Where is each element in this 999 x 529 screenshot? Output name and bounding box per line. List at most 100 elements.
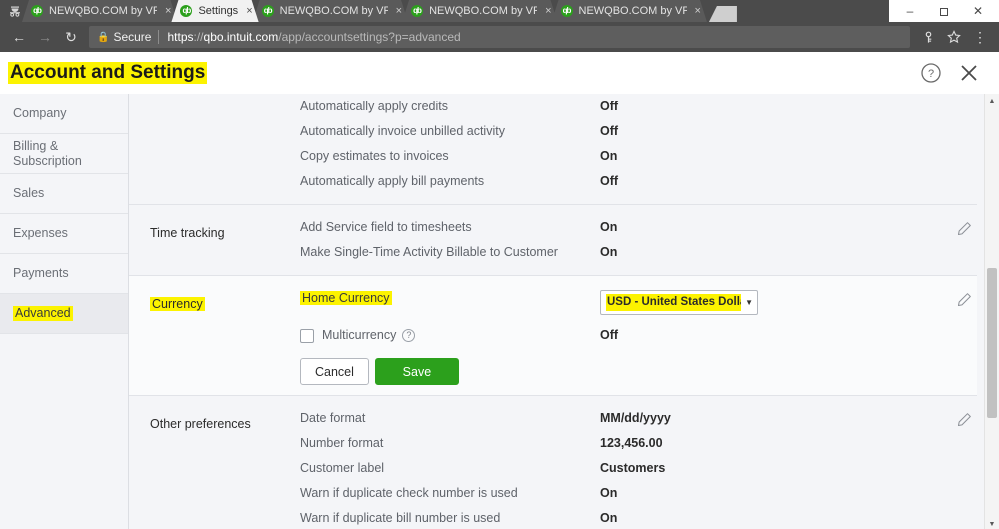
setting-row[interactable]: Warn if duplicate check number is used O… [300,481,951,506]
new-tab-button[interactable] [709,6,737,22]
browser-tab[interactable]: qb NEWQBO.COM by VPCo × [402,0,557,22]
section-other-preferences: Other preferences Date format MM/dd/yyyy… [129,396,977,529]
sidebar-item-company[interactable]: Company [0,94,128,134]
setting-label: Copy estimates to invoices [300,148,600,165]
multicurrency-checkrow[interactable]: Multicurrency ? [300,327,600,344]
edit-pencil-time-tracking[interactable] [951,215,977,265]
home-currency-selected-option: USD - United States Dollar [606,294,741,311]
section-time-tracking: Time tracking Add Service field to times… [129,205,977,276]
edit-pencil-spacer [951,94,977,194]
browser-tab[interactable]: qb NEWQBO.COM by VPCo × [552,0,707,22]
sidebar-item-billing-subscription[interactable]: Billing & Subscription [0,134,128,174]
setting-value: On [600,148,951,165]
multicurrency-value: Off [600,327,951,344]
setting-row[interactable]: Automatically invoice unbilled activity … [300,119,951,144]
setting-row[interactable]: Customer label Customers [300,456,951,481]
tab-strip: qb NEWQBO.COM by VPCo × qb Settings × qb… [0,0,999,22]
settings-body: Company Billing & Subscription Sales Exp… [0,94,999,529]
setting-value: MM/dd/yyyy [600,410,951,427]
tab-close-icon[interactable]: × [695,6,701,17]
address-bar[interactable]: 🔒 Secure https://qbo.intuit.com/app/acco… [89,26,910,48]
sidebar-item-advanced[interactable]: Advanced [0,294,128,334]
sidebar-item-label: Sales [13,186,44,201]
window-controls: – ✕ [889,0,999,22]
section-title-other-preferences: Other preferences [150,406,300,529]
setting-value: 123,456.00 [600,435,951,452]
url-scheme: https [167,30,193,44]
setting-value: Off [600,123,951,140]
content-scrollbar[interactable]: ▲ ▼ [984,94,999,529]
close-window-button[interactable]: ✕ [961,0,995,22]
setting-label: Warn if duplicate check number is used [300,485,600,502]
setting-row[interactable]: Number format 123,456.00 [300,431,951,456]
setting-label: Make Single-Time Activity Billable to Cu… [300,244,600,261]
key-icon[interactable] [915,24,941,50]
multicurrency-label: Multicurrency [322,327,396,344]
back-icon[interactable]: ← [6,24,32,50]
home-currency-label: Home Currency [300,291,392,305]
reload-icon[interactable]: ↻ [58,24,84,50]
home-currency-select[interactable]: USD - United States Dollar ▼ [600,290,758,315]
scrollbar-track[interactable] [985,108,999,517]
forward-icon[interactable]: → [32,24,58,50]
edit-pencil-other-preferences[interactable] [951,406,977,529]
section-currency: Currency Home Currency USD - United Stat… [129,276,977,396]
home-currency-label-wrap: Home Currency [300,290,600,307]
section-title-currency: Currency [150,286,300,385]
cancel-button[interactable]: Cancel [300,358,369,385]
setting-label: Warn if duplicate bill number is used [300,510,600,527]
lock-icon: 🔒 [97,32,109,43]
sidebar-item-payments[interactable]: Payments [0,254,128,294]
setting-row[interactable]: Make Single-Time Activity Billable to Cu… [300,240,951,265]
setting-value: On [600,219,951,236]
sidebar-item-label: Billing & Subscription [13,139,128,169]
currency-action-buttons: Cancel Save [300,348,951,385]
setting-row[interactable]: Date format MM/dd/yyyy [300,406,951,431]
multicurrency-help-icon[interactable]: ? [402,329,415,342]
chrome-menu-icon[interactable]: ⋮ [967,24,993,50]
chevron-down-icon: ▼ [745,294,753,311]
sidebar-item-label: Company [13,106,67,121]
tab-close-icon[interactable]: × [545,6,551,17]
scroll-down-arrow-icon[interactable]: ▼ [985,517,999,529]
sidebar-item-label: Advanced [13,306,73,321]
multicurrency-label-wrap: Multicurrency ? [300,327,600,344]
scrollbar-thumb[interactable] [987,268,997,418]
tab-close-icon[interactable]: × [165,6,171,17]
setting-row[interactable]: Add Service field to timesheets On [300,215,951,240]
setting-row[interactable]: Automatically apply bill payments Off [300,169,951,194]
tab-close-icon[interactable]: × [246,6,252,17]
sidebar-item-sales[interactable]: Sales [0,174,128,214]
tab-title: NEWQBO.COM by VPCo [280,5,388,17]
edit-pencil-currency[interactable] [951,286,977,385]
section-rows: Add Service field to timesheets On Make … [300,215,951,265]
setting-value: On [600,510,951,527]
omnibox-divider [158,30,159,44]
browser-tab-active[interactable]: qb Settings × [171,0,258,22]
close-panel-icon[interactable] [953,57,985,89]
help-icon[interactable]: ? [915,57,947,89]
save-button[interactable]: Save [375,358,459,385]
multicurrency-checkbox[interactable] [300,329,314,343]
maximize-button[interactable] [927,0,961,22]
tab-title: NEWQBO.COM by VPCo [429,5,537,17]
star-icon[interactable] [941,24,967,50]
setting-row[interactable]: Copy estimates to invoices On [300,144,951,169]
sidebar-item-label: Payments [13,266,69,281]
setting-label: Date format [300,410,600,427]
setting-row[interactable]: Warn if duplicate bill number is used On [300,506,951,529]
browser-tab[interactable]: qb NEWQBO.COM by VPCo × [253,0,408,22]
section-automation: Automatically apply credits Off Automati… [129,94,977,205]
sidebar-item-expenses[interactable]: Expenses [0,214,128,254]
scroll-up-arrow-icon[interactable]: ▲ [985,94,999,108]
minimize-button[interactable]: – [893,0,927,22]
browser-tab[interactable]: qb NEWQBO.COM by VPCo × [22,0,177,22]
setting-value: On [600,485,951,502]
home-currency-value-wrap: USD - United States Dollar ▼ [600,290,951,315]
home-currency-row[interactable]: Home Currency USD - United States Dollar… [300,286,951,319]
multicurrency-row[interactable]: Multicurrency ? Off [300,319,951,348]
tab-close-icon[interactable]: × [396,6,402,17]
browser-toolbar: ← → ↻ 🔒 Secure https://qbo.intuit.com/ap… [0,22,999,52]
tab-title: NEWQBO.COM by VPCo [579,5,687,17]
setting-label: Customer label [300,460,600,477]
